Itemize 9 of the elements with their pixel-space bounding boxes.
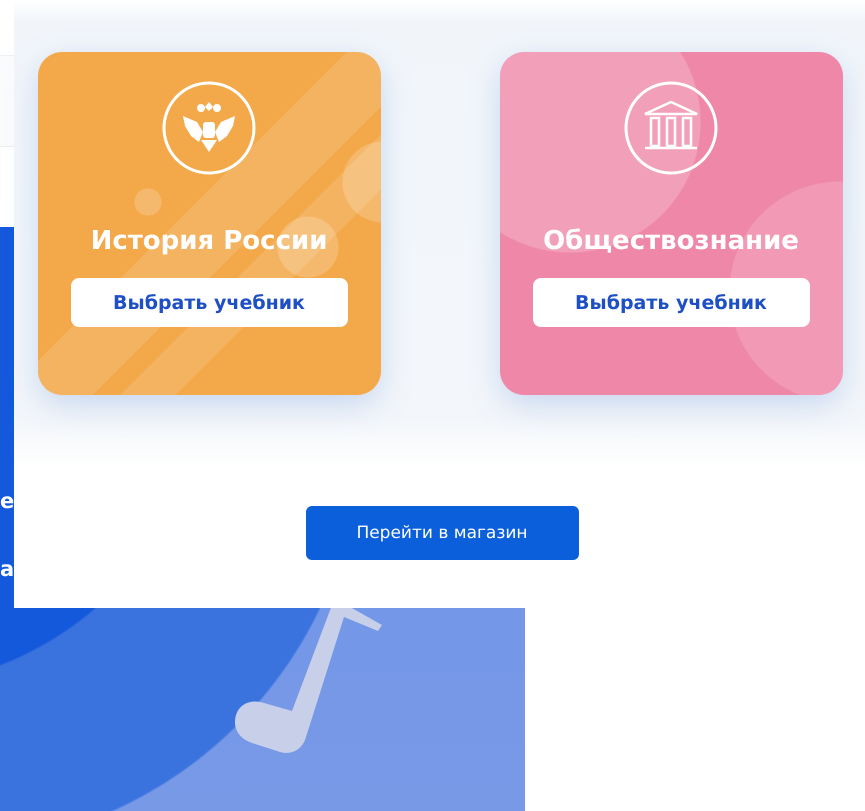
choose-textbook-button[interactable]: Выбрать учебник — [70, 278, 348, 327]
go-to-shop-button[interactable]: Перейти в магазин — [306, 506, 578, 560]
double-headed-eagle-icon — [161, 80, 257, 176]
columned-building-icon — [623, 80, 719, 176]
banner-text: а — [0, 557, 14, 581]
banner-text: е — [0, 489, 14, 513]
subject-title: История России — [90, 226, 328, 256]
subject-title: Обществознание — [543, 226, 799, 256]
choose-textbook-button[interactable]: Выбрать учебник — [532, 278, 810, 327]
